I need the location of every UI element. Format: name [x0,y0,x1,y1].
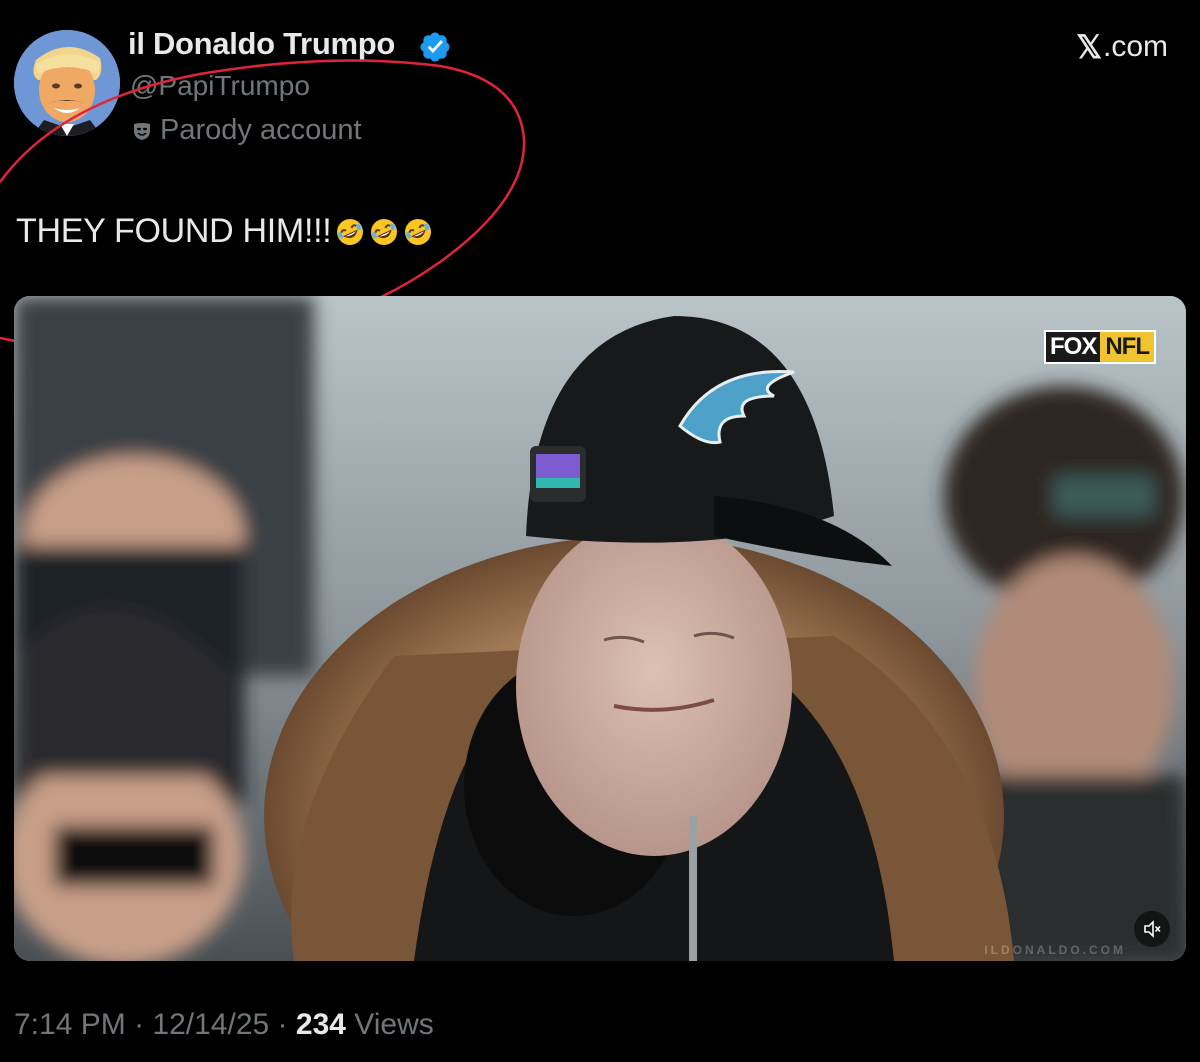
laughing-emoji-icon [337,219,364,245]
laughing-emoji-icon [405,219,432,245]
views-label: Views [354,1008,434,1041]
mute-button[interactable] [1134,911,1170,947]
parody-text: Parody account [160,114,362,146]
video-frame [14,296,1186,961]
broadcast-logo: FOX NFL [1044,330,1156,364]
tweet-body: THEY FOUND HIM!!! [16,212,332,250]
theater-mask-icon [134,122,150,140]
volume-muted-icon [1144,920,1161,938]
site-domain: .com [1102,30,1168,63]
user-handle[interactable]: @PapiTrumpo [130,70,310,102]
meta-separator: · [277,1008,288,1041]
video-player[interactable]: FOX NFL ILDONALDO.COM [14,296,1186,961]
broadcast-logo-left: FOX [1046,332,1101,362]
avatar-image [14,30,120,136]
video-watermark: ILDONALDO.COM [984,943,1126,957]
verified-badge-icon [420,32,450,62]
tweet-meta: 7:14 PM · 12/14/25 · 234 Views [14,1008,434,1042]
parody-account-label: Parody account [132,114,362,147]
site-label: 𝕏 .com [1076,28,1168,66]
meta-separator: · [134,1008,145,1041]
tweet-time[interactable]: 7:14 PM [14,1008,126,1041]
tweet-text: THEY FOUND HIM!!! [16,212,433,251]
broadcast-logo-right: NFL [1100,332,1154,362]
avatar[interactable] [14,30,120,136]
x-logo-icon: 𝕏 [1076,29,1102,65]
display-name[interactable]: il Donaldo Trumpo [128,26,395,62]
tweet-date[interactable]: 12/14/25 [152,1008,269,1041]
laughing-emoji-icon [371,219,398,245]
views-count: 234 [295,1008,346,1041]
